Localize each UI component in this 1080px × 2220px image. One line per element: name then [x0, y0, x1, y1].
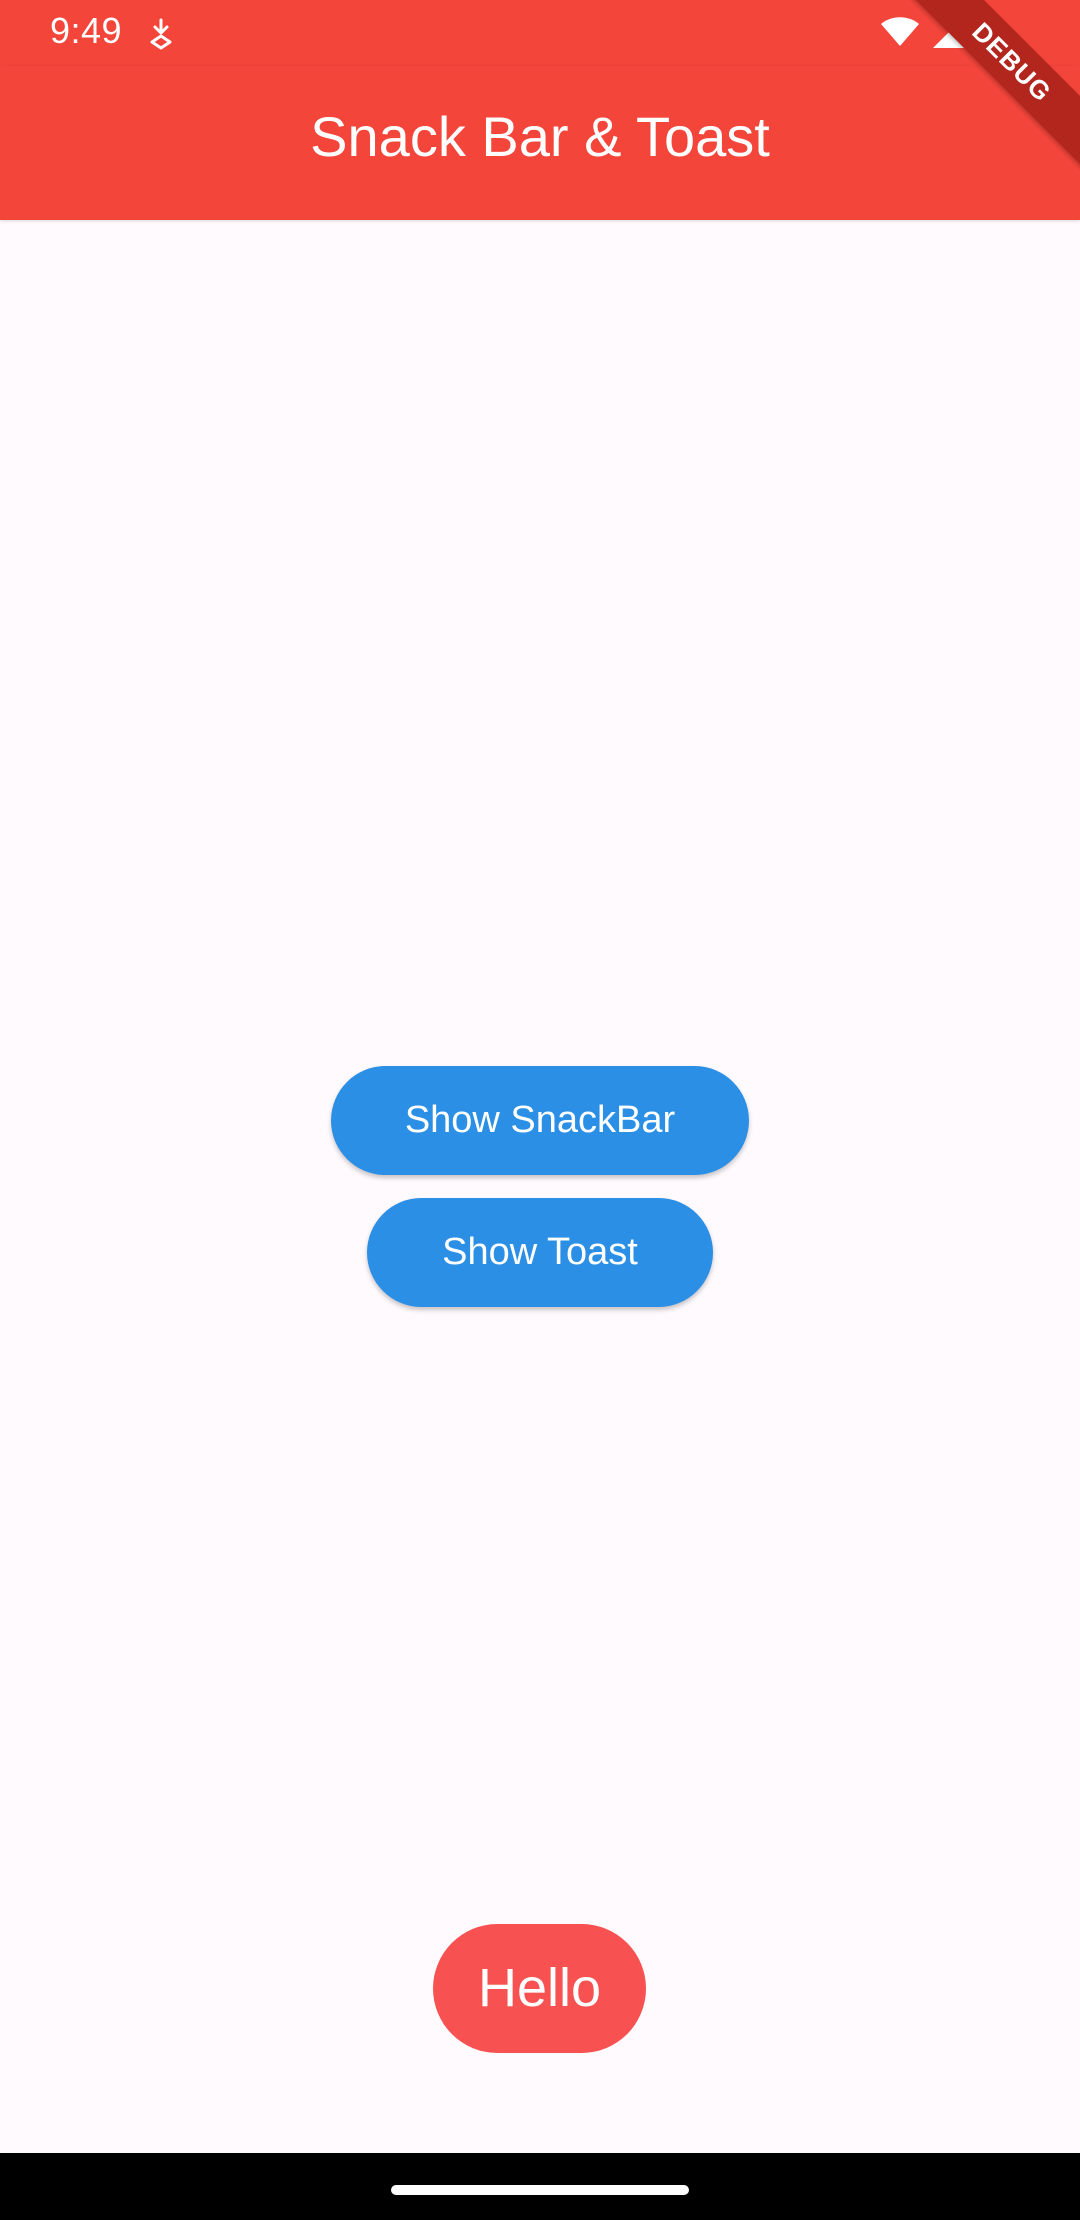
show-toast-button[interactable]: Show Toast [367, 1198, 713, 1307]
status-icons [880, 13, 1000, 55]
navigation-bar [0, 2153, 1080, 2220]
battery-icon [978, 13, 1000, 55]
toast-message: Hello [433, 1924, 646, 2053]
home-indicator[interactable] [391, 2185, 689, 2195]
download-notification-icon [146, 16, 176, 50]
screen: 9:49 Snack Bar & Toast DEBUG Show SnackB… [0, 0, 1080, 2220]
show-snackbar-button[interactable]: Show SnackBar [331, 1066, 749, 1175]
status-bar: 9:49 [0, 0, 1080, 66]
cellular-signal-icon [932, 15, 966, 54]
page-title: Snack Bar & Toast [310, 105, 770, 168]
status-time: 9:49 [50, 10, 123, 51]
wifi-icon [880, 16, 920, 53]
app-bar: Snack Bar & Toast [0, 66, 1080, 220]
